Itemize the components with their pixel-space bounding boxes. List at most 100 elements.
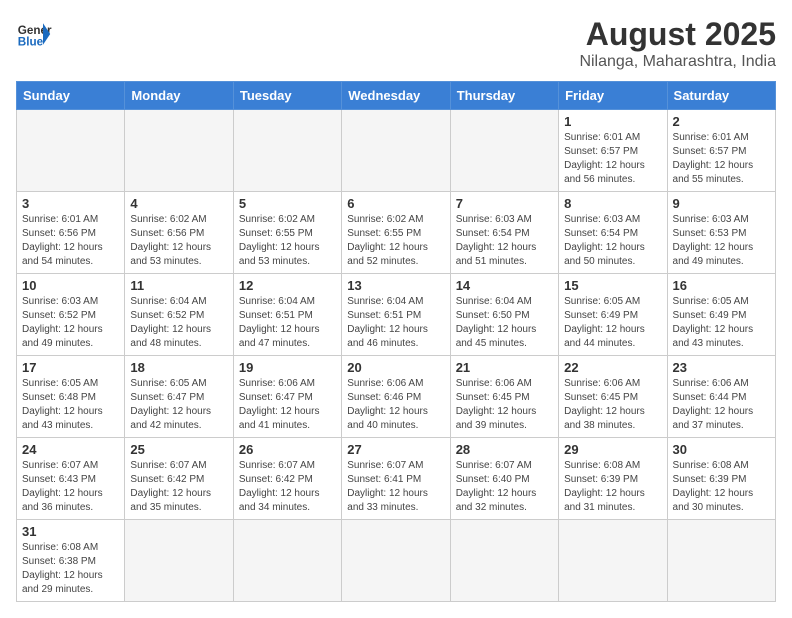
calendar-cell xyxy=(342,110,450,192)
day-number: 23 xyxy=(673,360,770,375)
day-number: 15 xyxy=(564,278,661,293)
calendar-cell: 11 Sunrise: 6:04 AM Sunset: 6:52 PM Dayli… xyxy=(125,274,233,356)
day-number: 9 xyxy=(673,196,770,211)
day-info: Sunrise: 6:07 AM Sunset: 6:43 PM Dayligh… xyxy=(22,459,119,515)
day-info: Sunrise: 6:03 AM Sunset: 6:54 PM Dayligh… xyxy=(456,213,553,269)
calendar-cell: 30 Sunrise: 6:08 AM Sunset: 6:39 PM Dayli… xyxy=(667,438,775,520)
calendar-cell: 23 Sunrise: 6:06 AM Sunset: 6:44 PM Dayli… xyxy=(667,356,775,438)
calendar-cell xyxy=(450,520,558,602)
calendar-cell xyxy=(450,110,558,192)
day-number: 25 xyxy=(130,442,227,457)
day-info: Sunrise: 6:06 AM Sunset: 6:46 PM Dayligh… xyxy=(347,377,444,433)
weekday-header: Monday xyxy=(125,82,233,110)
page-header: General Blue August 2025 Nilanga, Mahara… xyxy=(16,16,776,71)
day-number: 14 xyxy=(456,278,553,293)
day-info: Sunrise: 6:03 AM Sunset: 6:54 PM Dayligh… xyxy=(564,213,661,269)
calendar-cell: 18 Sunrise: 6:05 AM Sunset: 6:47 PM Dayli… xyxy=(125,356,233,438)
day-number: 31 xyxy=(22,524,119,539)
calendar-cell: 19Sunrise: 6:06 AM Sunset: 6:47 PM Dayli… xyxy=(233,356,341,438)
calendar-cell: 25 Sunrise: 6:07 AM Sunset: 6:42 PM Dayli… xyxy=(125,438,233,520)
day-info: Sunrise: 6:07 AM Sunset: 6:42 PM Dayligh… xyxy=(239,459,336,515)
day-number: 13 xyxy=(347,278,444,293)
day-info: Sunrise: 6:08 AM Sunset: 6:39 PM Dayligh… xyxy=(673,459,770,515)
calendar-cell: 4 Sunrise: 6:02 AM Sunset: 6:56 PM Daylig… xyxy=(125,192,233,274)
svg-text:Blue: Blue xyxy=(18,36,44,49)
calendar-cell: 16Sunrise: 6:05 AM Sunset: 6:49 PM Dayli… xyxy=(667,274,775,356)
logo-icon: General Blue xyxy=(16,16,52,52)
calendar-cell xyxy=(233,520,341,602)
calendar-cell xyxy=(667,520,775,602)
day-info: Sunrise: 6:02 AM Sunset: 6:56 PM Dayligh… xyxy=(130,213,227,269)
day-info: Sunrise: 6:07 AM Sunset: 6:40 PM Dayligh… xyxy=(456,459,553,515)
calendar-cell: 1 Sunrise: 6:01 AM Sunset: 6:57 PM Daylig… xyxy=(559,110,667,192)
day-number: 22 xyxy=(564,360,661,375)
calendar-cell: 7 Sunrise: 6:03 AM Sunset: 6:54 PM Daylig… xyxy=(450,192,558,274)
day-number: 20 xyxy=(347,360,444,375)
day-info: Sunrise: 6:08 AM Sunset: 6:39 PM Dayligh… xyxy=(564,459,661,515)
weekday-header-row: SundayMondayTuesdayWednesdayThursdayFrid… xyxy=(17,82,776,110)
day-number: 11 xyxy=(130,278,227,293)
calendar-cell: 2 Sunrise: 6:01 AM Sunset: 6:57 PM Daylig… xyxy=(667,110,775,192)
weekday-header: Friday xyxy=(559,82,667,110)
calendar-cell: 13 Sunrise: 6:04 AM Sunset: 6:51 PM Dayli… xyxy=(342,274,450,356)
day-info: Sunrise: 6:02 AM Sunset: 6:55 PM Dayligh… xyxy=(347,213,444,269)
day-info: Sunrise: 6:06 AM Sunset: 6:44 PM Dayligh… xyxy=(673,377,770,433)
day-info: Sunrise: 6:04 AM Sunset: 6:51 PM Dayligh… xyxy=(347,295,444,351)
day-number: 1 xyxy=(564,114,661,129)
day-info: Sunrise: 6:07 AM Sunset: 6:42 PM Dayligh… xyxy=(130,459,227,515)
weekday-header: Sunday xyxy=(17,82,125,110)
calendar-week-row: 3Sunrise: 6:01 AM Sunset: 6:56 PM Daylig… xyxy=(17,192,776,274)
day-info: Sunrise: 6:01 AM Sunset: 6:57 PM Dayligh… xyxy=(673,131,770,187)
calendar-week-row: 24Sunrise: 6:07 AM Sunset: 6:43 PM Dayli… xyxy=(17,438,776,520)
day-number: 18 xyxy=(130,360,227,375)
calendar-cell: 31 Sunrise: 6:08 AM Sunset: 6:38 PM Dayli… xyxy=(17,520,125,602)
day-number: 17 xyxy=(22,360,119,375)
calendar-cell: 29 Sunrise: 6:08 AM Sunset: 6:39 PM Dayli… xyxy=(559,438,667,520)
day-info: Sunrise: 6:02 AM Sunset: 6:55 PM Dayligh… xyxy=(239,213,336,269)
calendar-cell: 6Sunrise: 6:02 AM Sunset: 6:55 PM Daylig… xyxy=(342,192,450,274)
day-number: 8 xyxy=(564,196,661,211)
day-number: 16 xyxy=(673,278,770,293)
calendar-cell: 27Sunrise: 6:07 AM Sunset: 6:41 PM Dayli… xyxy=(342,438,450,520)
day-info: Sunrise: 6:04 AM Sunset: 6:52 PM Dayligh… xyxy=(130,295,227,351)
day-number: 26 xyxy=(239,442,336,457)
day-number: 29 xyxy=(564,442,661,457)
day-number: 4 xyxy=(130,196,227,211)
day-number: 28 xyxy=(456,442,553,457)
weekday-header: Wednesday xyxy=(342,82,450,110)
day-info: Sunrise: 6:06 AM Sunset: 6:45 PM Dayligh… xyxy=(456,377,553,433)
day-number: 30 xyxy=(673,442,770,457)
calendar-cell: 8 Sunrise: 6:03 AM Sunset: 6:54 PM Daylig… xyxy=(559,192,667,274)
day-number: 10 xyxy=(22,278,119,293)
day-number: 7 xyxy=(456,196,553,211)
day-info: Sunrise: 6:05 AM Sunset: 6:47 PM Dayligh… xyxy=(130,377,227,433)
title-block: August 2025 Nilanga, Maharashtra, India xyxy=(579,16,776,71)
day-info: Sunrise: 6:08 AM Sunset: 6:38 PM Dayligh… xyxy=(22,541,119,597)
calendar-subtitle: Nilanga, Maharashtra, India xyxy=(579,53,776,71)
day-info: Sunrise: 6:05 AM Sunset: 6:49 PM Dayligh… xyxy=(564,295,661,351)
day-info: Sunrise: 6:05 AM Sunset: 6:48 PM Dayligh… xyxy=(22,377,119,433)
calendar-cell xyxy=(342,520,450,602)
calendar-week-row: 1 Sunrise: 6:01 AM Sunset: 6:57 PM Daylig… xyxy=(17,110,776,192)
day-info: Sunrise: 6:01 AM Sunset: 6:57 PM Dayligh… xyxy=(564,131,661,187)
weekday-header: Saturday xyxy=(667,82,775,110)
calendar-cell: 26 Sunrise: 6:07 AM Sunset: 6:42 PM Dayli… xyxy=(233,438,341,520)
weekday-header: Thursday xyxy=(450,82,558,110)
day-number: 3 xyxy=(22,196,119,211)
calendar-table: SundayMondayTuesdayWednesdayThursdayFrid… xyxy=(16,81,776,602)
calendar-cell: 14Sunrise: 6:04 AM Sunset: 6:50 PM Dayli… xyxy=(450,274,558,356)
calendar-cell: 12Sunrise: 6:04 AM Sunset: 6:51 PM Dayli… xyxy=(233,274,341,356)
logo: General Blue xyxy=(16,16,52,52)
calendar-cell: 22 Sunrise: 6:06 AM Sunset: 6:45 PM Dayli… xyxy=(559,356,667,438)
calendar-cell: 9 Sunrise: 6:03 AM Sunset: 6:53 PM Daylig… xyxy=(667,192,775,274)
day-number: 19 xyxy=(239,360,336,375)
day-number: 21 xyxy=(456,360,553,375)
day-number: 12 xyxy=(239,278,336,293)
calendar-cell: 24Sunrise: 6:07 AM Sunset: 6:43 PM Dayli… xyxy=(17,438,125,520)
day-info: Sunrise: 6:03 AM Sunset: 6:53 PM Dayligh… xyxy=(673,213,770,269)
calendar-week-row: 17 Sunrise: 6:05 AM Sunset: 6:48 PM Dayli… xyxy=(17,356,776,438)
day-info: Sunrise: 6:03 AM Sunset: 6:52 PM Dayligh… xyxy=(22,295,119,351)
day-number: 2 xyxy=(673,114,770,129)
day-info: Sunrise: 6:06 AM Sunset: 6:45 PM Dayligh… xyxy=(564,377,661,433)
day-number: 27 xyxy=(347,442,444,457)
